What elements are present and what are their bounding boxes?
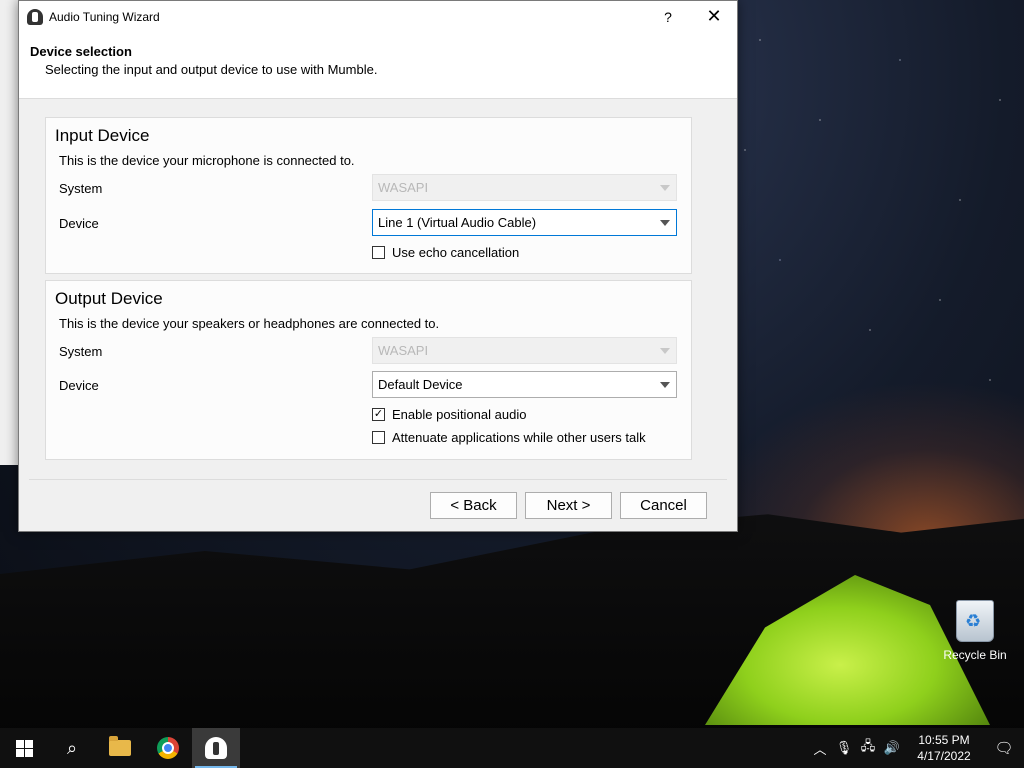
chevron-up-icon[interactable]: ︿: [808, 739, 832, 758]
input-system-label: System: [59, 181, 103, 196]
microphone-icon[interactable]: 🎙: [832, 740, 856, 756]
windows-logo-icon: [15, 739, 33, 757]
page-title: Device selection: [30, 44, 132, 59]
output-system-select: WASAPI: [372, 337, 677, 364]
recycle-bin-icon: [956, 600, 994, 642]
next-button[interactable]: Next >: [525, 492, 612, 519]
chrome-icon: [157, 737, 179, 759]
attenuate-option[interactable]: Attenuate applications while other users…: [372, 430, 646, 445]
echo-cancellation-option[interactable]: Use echo cancellation: [372, 245, 519, 260]
positional-audio-option[interactable]: ✓ Enable positional audio: [372, 407, 526, 422]
clock-time: 10:55 PM: [918, 733, 970, 747]
audio-tuning-wizard-dialog: Audio Tuning Wizard ? ✕ Device selection…: [18, 0, 738, 532]
echo-cancellation-checkbox[interactable]: [372, 246, 385, 259]
chrome-button[interactable]: [144, 728, 192, 768]
input-device-title: Input Device: [55, 126, 150, 145]
output-device-title: Output Device: [55, 289, 163, 308]
volume-icon[interactable]: 🔊: [880, 740, 904, 756]
input-device-label: Device: [59, 216, 99, 231]
title-bar[interactable]: Audio Tuning Wizard ? ✕: [19, 1, 737, 32]
mumble-taskbar-button[interactable]: [192, 728, 240, 768]
positional-audio-label: Enable positional audio: [392, 407, 527, 422]
network-icon[interactable]: 🖧: [856, 737, 880, 759]
chevron-down-icon: [660, 382, 670, 388]
input-device-select[interactable]: Line 1 (Virtual Audio Cable): [372, 209, 677, 236]
help-button[interactable]: ?: [645, 1, 691, 32]
search-button[interactable]: ⌕: [48, 728, 96, 768]
output-device-label: Device: [59, 378, 99, 393]
output-device-group: Output Device This is the device your sp…: [45, 280, 692, 460]
chevron-down-icon: [660, 185, 670, 191]
attenuate-label: Attenuate applications while other users…: [392, 430, 646, 445]
close-button[interactable]: ✕: [691, 1, 737, 32]
start-button[interactable]: [0, 728, 48, 768]
file-explorer-button[interactable]: [96, 728, 144, 768]
chevron-down-icon: [660, 220, 670, 226]
back-button[interactable]: < Back: [430, 492, 517, 519]
clock-date: 4/17/2022: [917, 749, 971, 763]
search-icon: ⌕: [66, 737, 78, 758]
wizard-header: Device selection Selecting the input and…: [19, 32, 737, 99]
footer-divider: [29, 479, 727, 480]
attenuate-checkbox[interactable]: [372, 431, 385, 444]
output-device-description: This is the device your speakers or head…: [59, 316, 440, 331]
notification-icon[interactable]: 🗨: [984, 739, 1024, 757]
input-device-group: Input Device This is the device your mic…: [45, 117, 692, 274]
echo-cancellation-label: Use echo cancellation: [392, 245, 520, 260]
input-system-select: WASAPI: [372, 174, 677, 201]
positional-audio-checkbox[interactable]: ✓: [372, 408, 385, 421]
taskbar: ⌕ ︿ 🎙 🖧 🔊 10:55 PM 4/17/2022 🗨: [0, 728, 1024, 768]
mumble-app-icon: [27, 8, 43, 25]
cancel-button[interactable]: Cancel: [620, 492, 707, 519]
page-subtitle: Selecting the input and output device to…: [45, 62, 378, 77]
window-title: Audio Tuning Wizard: [49, 9, 160, 24]
output-system-label: System: [59, 344, 103, 359]
folder-icon: [109, 736, 131, 756]
input-device-value: Line 1 (Virtual Audio Cable): [378, 215, 537, 230]
chevron-down-icon: [660, 348, 670, 354]
recycle-bin-desktop-icon[interactable]: Recycle Bin: [940, 600, 1010, 662]
input-device-description: This is the device your microphone is co…: [59, 153, 355, 168]
recycle-bin-label: Recycle Bin: [943, 648, 1007, 662]
output-device-value: Default Device: [378, 377, 463, 392]
output-system-value: WASAPI: [378, 343, 429, 358]
input-system-value: WASAPI: [378, 180, 429, 195]
mumble-icon: [205, 737, 227, 759]
clock[interactable]: 10:55 PM 4/17/2022: [904, 732, 984, 764]
system-tray: ︿ 🎙 🖧 🔊 10:55 PM 4/17/2022 🗨: [808, 728, 1024, 768]
output-device-select[interactable]: Default Device: [372, 371, 677, 398]
